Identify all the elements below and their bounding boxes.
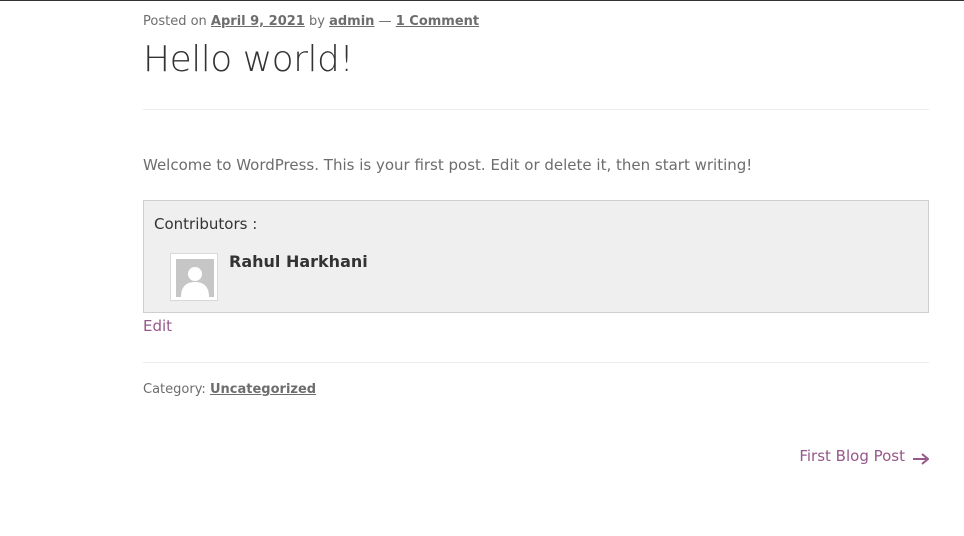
post-date-link[interactable]: April 9, 2021 (211, 14, 305, 29)
meta-separator: — (378, 14, 392, 29)
by-label: by (308, 14, 325, 29)
next-post-label: First Blog Post (799, 447, 905, 465)
contributor-name[interactable]: Rahul Harkhani (229, 252, 368, 272)
post-meta: Posted on April 9, 2021 by admin — 1 Com… (143, 14, 479, 30)
default-avatar-icon (176, 259, 214, 297)
top-border (0, 0, 964, 1)
post-content: Welcome to WordPress. This is your first… (143, 156, 753, 174)
posted-on-label: Posted on (143, 14, 207, 29)
post-title: Hello world! (143, 39, 354, 80)
category-link[interactable]: Uncategorized (210, 382, 316, 397)
next-post-link[interactable]: First Blog Post (799, 446, 930, 466)
title-divider (143, 109, 929, 110)
post-category: Category: Uncategorized (143, 382, 316, 398)
category-label: Category: (143, 382, 206, 397)
avatar-silhouette-icon (176, 259, 214, 297)
author-link[interactable]: admin (329, 14, 374, 29)
contributors-label: Contributors : (154, 215, 258, 233)
arrow-right-icon (913, 450, 930, 465)
contributor-avatar[interactable] (170, 253, 218, 301)
content-divider (143, 362, 929, 363)
edit-post-link[interactable]: Edit (143, 316, 172, 336)
comments-link[interactable]: 1 Comment (396, 14, 479, 29)
contributors-box: Contributors : Rahul Harkhani (143, 200, 929, 313)
